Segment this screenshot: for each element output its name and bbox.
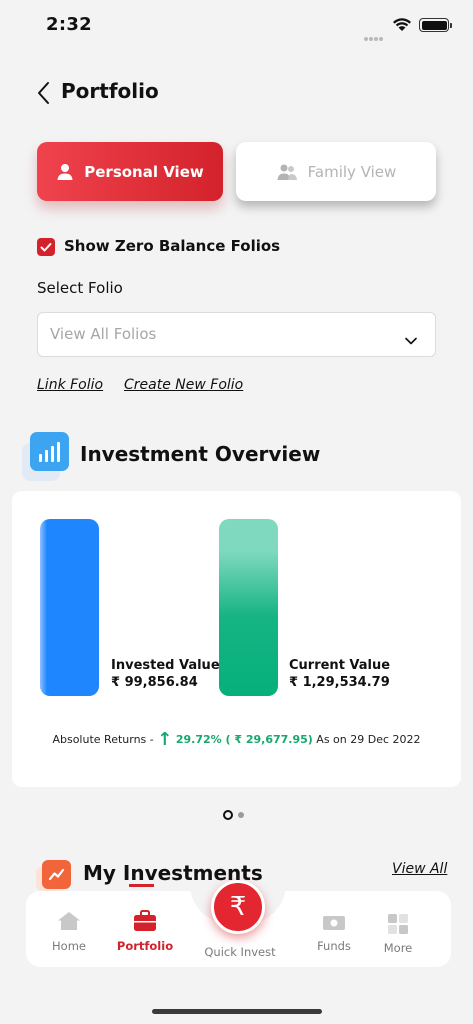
back-button[interactable] [34, 80, 58, 106]
folio-select-value: View All Folios [50, 325, 157, 343]
arrow-up-icon: ↑ [157, 729, 173, 750]
nav-home[interactable]: Home [48, 891, 90, 967]
personal-view-button[interactable]: Personal View [37, 142, 223, 201]
nav-funds-label: Funds [317, 939, 351, 953]
nav-portfolio-label: Portfolio [116, 939, 174, 953]
battery-icon [419, 18, 452, 32]
carousel-dot[interactable] [238, 812, 244, 818]
personal-view-label: Personal View [84, 162, 204, 181]
status-time: 2:32 [46, 14, 92, 35]
nav-more[interactable]: More [381, 891, 415, 967]
returns-prefix: Absolute Returns - [52, 733, 154, 746]
chevron-left-icon [38, 82, 49, 104]
current-value-label: Current Value [289, 658, 391, 673]
money-icon [323, 916, 345, 930]
nav-portfolio[interactable]: Portfolio [116, 891, 174, 967]
nav-quick-invest-label: Quick Invest [204, 945, 276, 959]
grid-icon [388, 914, 408, 934]
invested-value-bar [40, 519, 99, 696]
current-value-bar [219, 519, 278, 696]
quick-invest-button[interactable]: ₹ [211, 880, 265, 934]
family-icon [277, 164, 297, 180]
cellular-signal-icon [364, 26, 386, 41]
user-icon [57, 163, 73, 180]
carousel-dot-active[interactable] [223, 810, 233, 820]
chevron-down-icon [405, 330, 417, 349]
link-folio-link[interactable]: Link Folio [37, 377, 103, 393]
nav-funds[interactable]: Funds [316, 891, 352, 967]
home-icon [58, 912, 80, 930]
nav-active-indicator [129, 884, 154, 887]
absolute-returns: Absolute Returns - ↑ 29.72% ( ₹ 29,677.9… [12, 729, 461, 750]
select-folio-label: Select Folio [37, 279, 123, 297]
returns-value: 29.72% ( ₹ 29,677.95) [175, 733, 313, 746]
bar-chart-icon [30, 432, 69, 471]
invested-value-label: Invested Value [111, 658, 220, 673]
view-all-link[interactable]: View All [392, 861, 447, 877]
page-title: Portfolio [61, 79, 159, 103]
zero-balance-checkbox[interactable] [37, 238, 55, 256]
family-view-label: Family View [307, 162, 397, 181]
briefcase-icon [134, 910, 156, 931]
returns-date: As on 29 Dec 2022 [316, 733, 421, 746]
invested-value-amount: ₹ 99,856.84 [111, 675, 198, 690]
nav-more-label: More [383, 941, 413, 955]
wifi-icon [392, 17, 412, 36]
check-icon [40, 243, 52, 252]
trend-icon [42, 860, 71, 889]
home-indicator [152, 1009, 322, 1014]
rupee-icon: ₹ [229, 892, 247, 922]
investment-overview-title: Investment Overview [80, 442, 321, 466]
carousel-pagination[interactable] [223, 810, 244, 820]
folio-select[interactable]: View All Folios [37, 312, 436, 357]
family-view-button[interactable]: Family View [236, 142, 436, 201]
current-value-amount: ₹ 1,29,534.79 [289, 675, 390, 690]
nav-home-label: Home [52, 939, 86, 953]
zero-balance-label: Show Zero Balance Folios [64, 237, 281, 255]
create-new-folio-link[interactable]: Create New Folio [124, 377, 243, 393]
investment-overview-card[interactable]: Invested Value ₹ 99,856.84 Current Value… [12, 491, 461, 787]
